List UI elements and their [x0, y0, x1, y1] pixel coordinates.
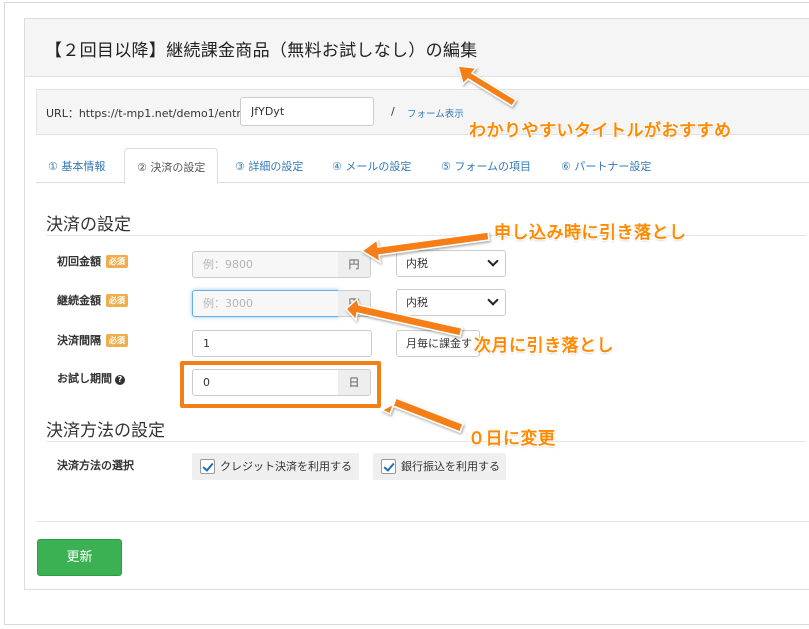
initial-amount-input[interactable]: [192, 251, 339, 278]
required-badge: 必須: [106, 255, 128, 268]
section-divider: [46, 441, 806, 442]
title-tip-annotation: わかりやすいタイトルがおすすめ: [469, 121, 732, 141]
chevron-down-icon: [487, 255, 499, 267]
interval-input[interactable]: [192, 330, 372, 357]
initial-tax-select[interactable]: 内税: [396, 250, 506, 277]
initial-amount-unit: 円: [338, 251, 371, 278]
tab-mail-settings[interactable]: ④ メールの設定: [332, 148, 411, 184]
footer-divider: [36, 521, 809, 522]
trial-highlight-box: [180, 361, 381, 408]
page-title: 【２回目以降】継続課金商品（無料お試しなし）の編集: [45, 41, 478, 61]
credit-card-checkbox[interactable]: クレジット決済を利用する: [192, 453, 359, 480]
help-icon[interactable]: ?: [115, 375, 125, 385]
tab-form-fields[interactable]: ⑤ フォームの項目: [441, 148, 531, 184]
chevron-down-icon: [487, 294, 499, 306]
trial-period-label: お試し期間?: [57, 370, 125, 386]
recurring-charge-annotation: 次月に引き落とし: [474, 336, 614, 356]
tab-payment-settings[interactable]: ② 決済の設定: [124, 148, 219, 184]
bank-transfer-checkbox[interactable]: 銀行振込を利用する: [373, 453, 506, 480]
payment-method-label: 決済方法の選択: [57, 459, 134, 472]
form-preview-link[interactable]: フォーム表示: [407, 106, 464, 120]
tab-partner-settings[interactable]: ⑥ パートナー設定: [561, 148, 651, 184]
recurring-tax-select[interactable]: 内税: [396, 289, 506, 316]
checkbox-checked-icon: [200, 459, 215, 474]
required-badge: 必須: [106, 334, 128, 347]
trial-change-annotation: ０日に変更: [468, 429, 556, 449]
payment-settings-heading: 決済の設定: [46, 215, 131, 235]
url-slash: /: [391, 105, 395, 118]
recurring-amount-unit: 円: [338, 290, 371, 317]
url-prefix-label: URL：https://t-mp1.net/demo1/entry/: [46, 107, 252, 120]
url-slug-input[interactable]: [240, 97, 374, 126]
tab-detail-settings[interactable]: ③ 詳細の設定: [235, 148, 303, 184]
required-badge: 必須: [106, 294, 128, 307]
recurring-amount-input[interactable]: [192, 290, 339, 317]
initial-charge-annotation: 申し込み時に引き落とし: [494, 223, 687, 243]
panel-header: 【２回目以降】継続課金商品（無料お試しなし）の編集: [25, 19, 809, 77]
interval-unit-select[interactable]: 月毎に課金す: [396, 330, 480, 357]
initial-amount-label: 初回金額 必須: [57, 253, 128, 269]
payment-methods-heading: 決済方法の設定: [46, 421, 165, 441]
checkbox-checked-icon: [381, 459, 396, 474]
section-divider: [46, 235, 806, 236]
update-button[interactable]: 更新: [37, 539, 122, 576]
recurring-amount-label: 継続金額 必須: [57, 292, 128, 308]
interval-label: 決済間隔 必須: [57, 332, 128, 348]
tab-basic-info[interactable]: ① 基本情報: [48, 148, 105, 184]
